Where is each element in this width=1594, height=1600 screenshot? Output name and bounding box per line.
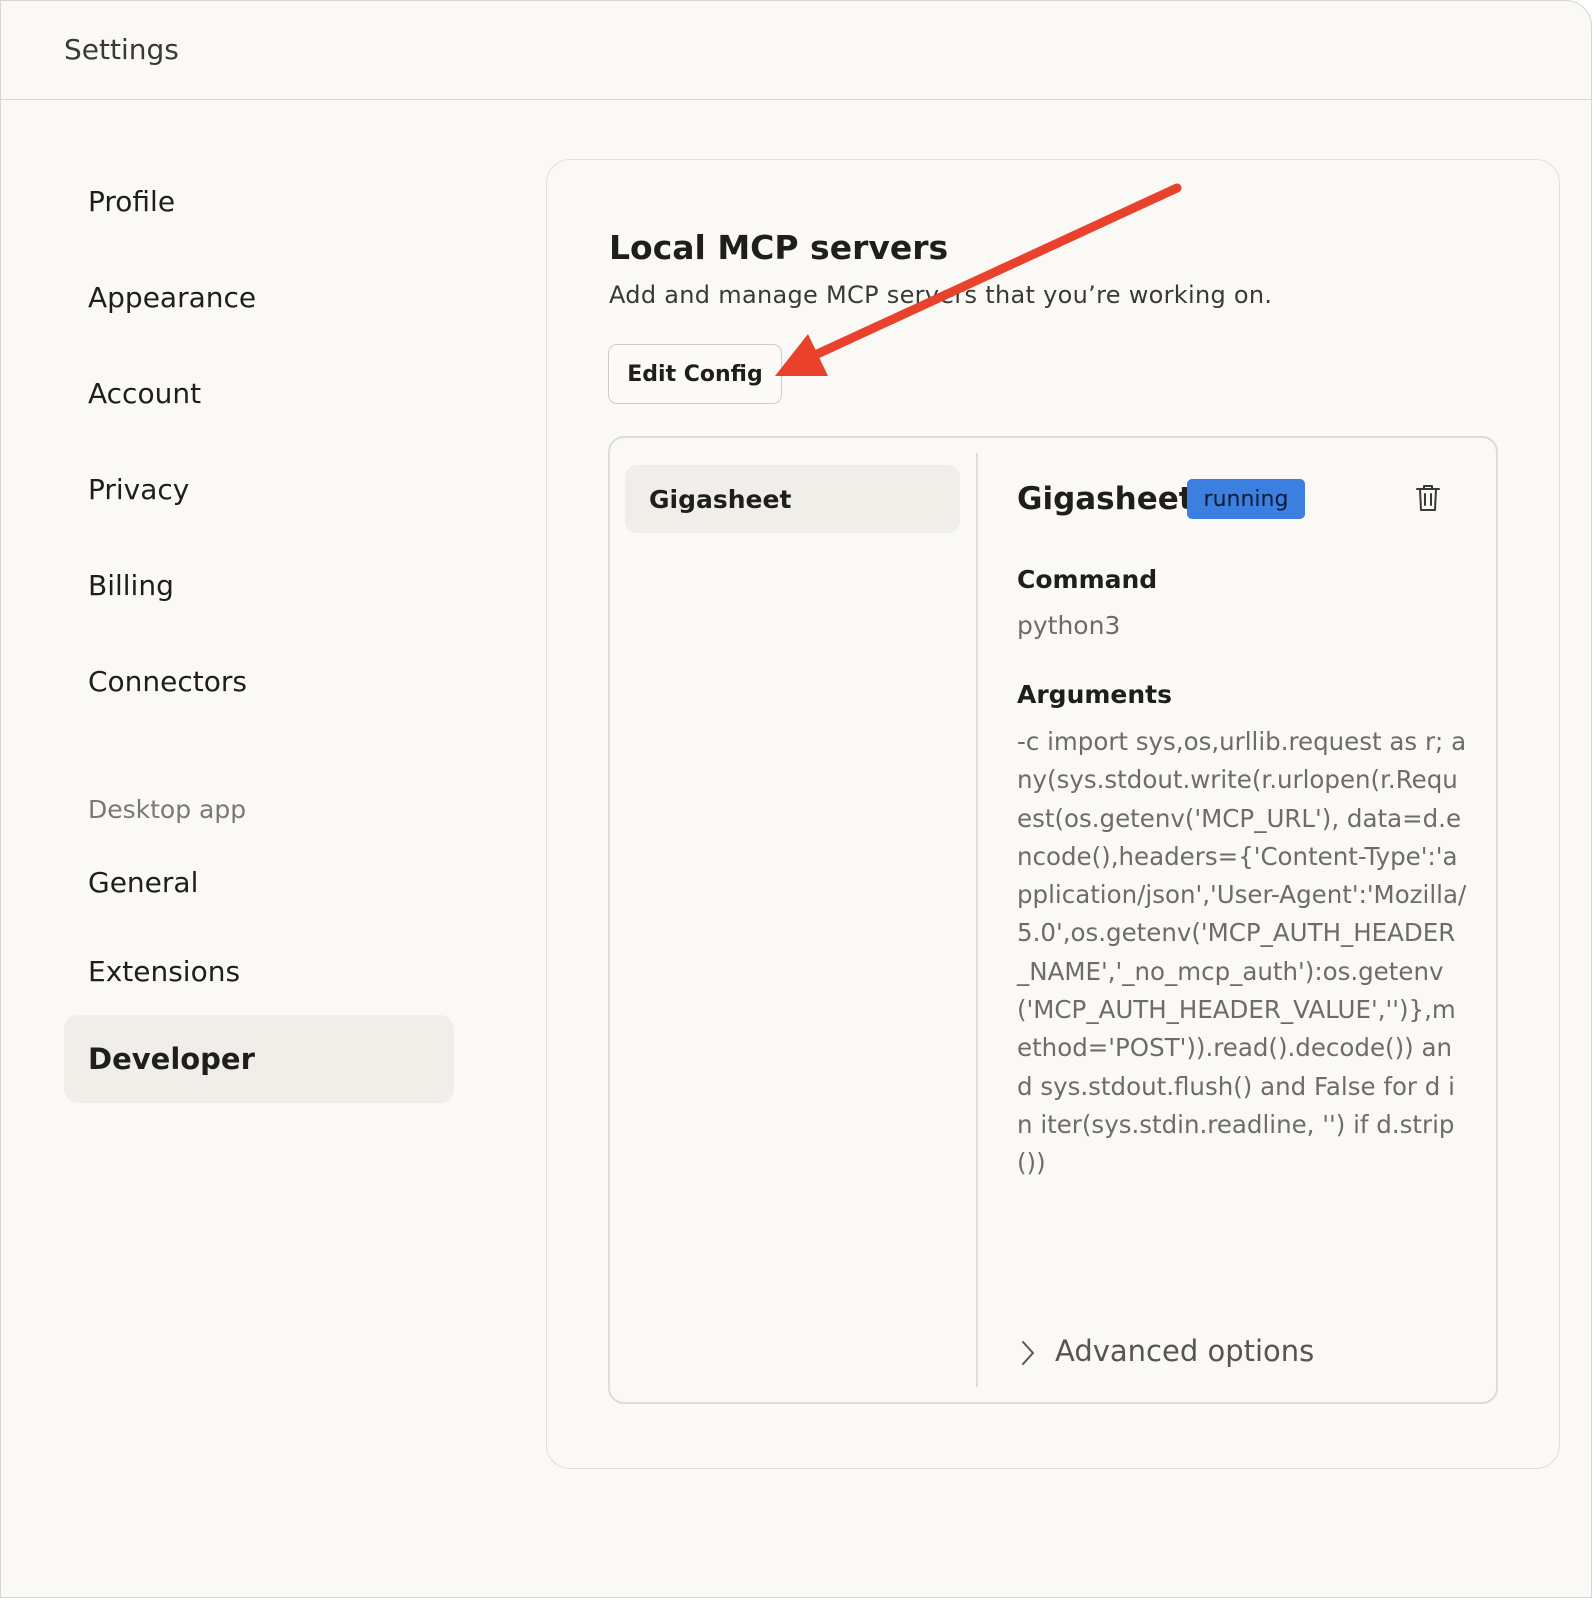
window-title: Settings — [64, 33, 179, 66]
status-badge: running — [1187, 479, 1305, 519]
sidebar-section-desktop-app: Desktop app — [88, 795, 247, 824]
section-subtitle: Add and manage MCP servers that you’re w… — [609, 281, 1273, 309]
sidebar-item-connectors[interactable]: Connectors — [88, 665, 247, 698]
delete-server-button[interactable] — [1414, 483, 1442, 513]
command-label: Command — [1017, 565, 1158, 594]
advanced-options-label: Advanced options — [1055, 1334, 1315, 1368]
panel-divider — [976, 453, 978, 1387]
arguments-label: Arguments — [1017, 680, 1173, 709]
server-list-item-label: Gigasheet — [649, 485, 792, 514]
server-detail-name: Gigasheet — [1017, 481, 1194, 517]
command-value: python3 — [1017, 611, 1121, 640]
sidebar-item-developer[interactable]: Developer — [64, 1015, 454, 1103]
sidebar-item-account[interactable]: Account — [88, 377, 201, 410]
arguments-value: -c import sys,os,urllib.request as r; an… — [1017, 727, 1467, 1178]
server-list-item-gigasheet[interactable]: Gigasheet — [625, 465, 960, 533]
sidebar-item-profile[interactable]: Profile — [88, 185, 175, 218]
sidebar-item-extensions[interactable]: Extensions — [88, 955, 240, 988]
sidebar-item-billing[interactable]: Billing — [88, 569, 174, 602]
trash-icon — [1416, 485, 1440, 511]
sidebar-item-general[interactable]: General — [88, 866, 198, 899]
edit-config-button[interactable]: Edit Config — [608, 344, 782, 404]
sidebar-item-appearance[interactable]: Appearance — [88, 281, 256, 314]
chevron-right-icon — [1022, 1341, 1034, 1365]
section-title: Local MCP servers — [609, 228, 949, 267]
sidebar-item-privacy[interactable]: Privacy — [88, 473, 189, 506]
title-bar: Settings — [1, 1, 1591, 100]
sidebar-item-developer-label: Developer — [88, 1042, 255, 1076]
